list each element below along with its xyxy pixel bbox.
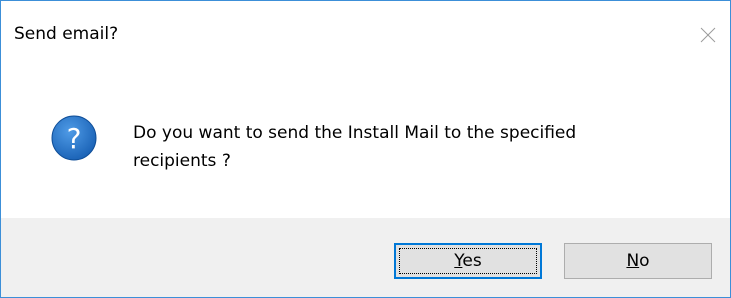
question-icon: ? [51,115,97,161]
message-text: Do you want to send the Install Mail to … [133,123,577,171]
send-email-dialog: Send email? ? Do you want to send the In… [0,0,731,298]
title-bar: Send email? [1,1,730,53]
close-icon [700,27,716,43]
close-button[interactable] [686,13,730,57]
no-button-label: No [626,251,649,271]
no-label-rest: o [639,251,650,271]
dialog-content: ? Do you want to send the Install Mail t… [1,53,730,218]
window-title: Send email? [14,24,119,44]
svg-text:?: ? [67,122,82,155]
button-bar: Yes No [1,218,730,297]
no-button[interactable]: No [564,243,712,279]
yes-button[interactable]: Yes [394,243,542,279]
no-mnemonic: N [626,251,640,271]
focus-ring [399,248,537,274]
